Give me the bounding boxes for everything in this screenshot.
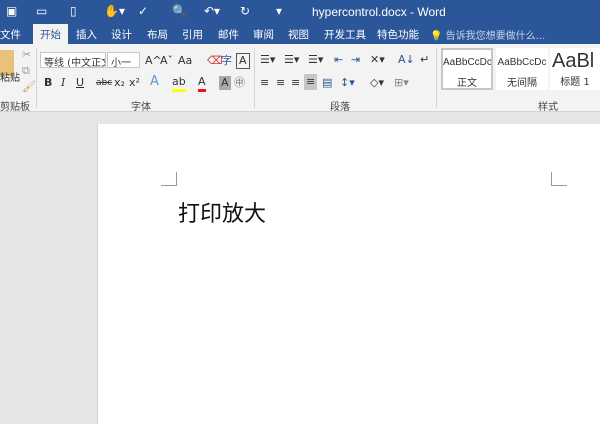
- text-effects-icon[interactable]: A: [150, 75, 159, 89]
- enclose-characters-icon[interactable]: ㊥: [234, 76, 245, 90]
- bullets-icon[interactable]: ☰▾: [260, 53, 275, 67]
- bold-button[interactable]: B: [44, 76, 52, 90]
- superscript-button[interactable]: x²: [129, 76, 140, 90]
- new-document-icon[interactable]: ▯: [70, 4, 77, 18]
- style-normal[interactable]: AaBbCcDc 正文: [441, 48, 493, 90]
- shrink-font-button[interactable]: Aˇ: [160, 54, 173, 68]
- underline-button[interactable]: U: [76, 76, 84, 90]
- tab-file[interactable]: 文件: [0, 27, 21, 42]
- decrease-indent-icon[interactable]: ⇤: [334, 53, 343, 67]
- phonetic-guide-icon[interactable]: 字: [221, 54, 232, 68]
- ribbon: 粘贴 ✂ ⧉ 🖌 剪贴板 等线 (中文正文 小一 A^ Aˇ Aa ⌫ 字 A …: [0, 44, 600, 113]
- show-marks-icon[interactable]: ↵: [420, 53, 429, 67]
- style-name: 无间隔: [507, 78, 537, 89]
- borders-icon[interactable]: ⊞▾: [394, 76, 409, 90]
- save-icon[interactable]: ▣: [6, 4, 17, 18]
- multilevel-list-icon[interactable]: ☰▾: [308, 53, 323, 67]
- print-preview-icon[interactable]: 🔍: [172, 4, 187, 18]
- justify-icon[interactable]: ≡: [304, 74, 318, 90]
- chinese-layout-icon[interactable]: ✕▾: [370, 53, 385, 67]
- style-preview: AaBl: [552, 50, 595, 72]
- tell-me-text: 告诉我您想要做什么...: [445, 31, 546, 42]
- open-icon[interactable]: ▭: [36, 4, 47, 18]
- sort-icon[interactable]: A↓: [398, 53, 415, 67]
- tab-references[interactable]: 引用: [182, 27, 203, 42]
- tab-developer[interactable]: 开发工具: [324, 27, 366, 42]
- font-group-label: 字体: [131, 102, 151, 113]
- style-name: 标题 1: [560, 77, 590, 88]
- redo-icon[interactable]: ↻: [240, 4, 250, 18]
- distributed-icon[interactable]: ▤: [322, 76, 332, 90]
- title-bar: ▣ ▭ ▯ ✋▾ ✓ 🔍 ↶▾ ↻ ▾ hypercontrol.docx - …: [0, 0, 600, 24]
- styles-group-label: 样式: [538, 102, 558, 113]
- paste-button[interactable]: 粘贴: [0, 72, 20, 86]
- window-title: hypercontrol.docx - Word: [312, 5, 446, 19]
- character-shading-icon[interactable]: A: [219, 76, 231, 90]
- copy-icon[interactable]: ⧉: [22, 64, 30, 78]
- tab-layout[interactable]: 布局: [147, 27, 168, 42]
- document-page[interactable]: 打印放大: [97, 124, 600, 424]
- tab-mailings[interactable]: 邮件: [218, 27, 239, 42]
- style-name: 正文: [457, 78, 477, 89]
- font-size-select[interactable]: 小一: [107, 52, 140, 68]
- tab-insert[interactable]: 插入: [76, 27, 97, 42]
- tab-view[interactable]: 视图: [288, 27, 309, 42]
- character-border-icon[interactable]: A: [236, 53, 250, 69]
- strikethrough-button[interactable]: abc: [96, 76, 112, 90]
- style-heading-1[interactable]: AaBl 标题 1: [550, 48, 600, 90]
- clipboard-group-label: 剪贴板: [0, 102, 30, 113]
- customize-quick-access-icon[interactable]: ▾: [276, 4, 282, 18]
- italic-button[interactable]: I: [61, 76, 65, 90]
- line-spacing-icon[interactable]: ↕▾: [340, 76, 355, 90]
- shading-icon[interactable]: ◇▾: [370, 76, 384, 90]
- style-no-spacing[interactable]: AaBbCcDc 无间隔: [496, 48, 548, 90]
- undo-icon[interactable]: ↶▾: [204, 4, 220, 18]
- tab-features[interactable]: 特色功能: [377, 27, 419, 42]
- font-name-select[interactable]: 等线 (中文正文: [40, 52, 106, 68]
- style-preview: AaBbCcDc: [497, 57, 547, 68]
- paragraph-group-label: 段落: [330, 102, 350, 113]
- style-preview: AaBbCcDc: [443, 57, 491, 68]
- document-text[interactable]: 打印放大: [178, 196, 266, 228]
- change-case-button[interactable]: Aa: [178, 54, 192, 68]
- margin-corner-mark: [161, 172, 177, 186]
- align-right-icon[interactable]: ≡: [291, 76, 300, 90]
- tell-me-search[interactable]: 💡 告诉我您想要做什么...: [430, 27, 545, 42]
- tab-design[interactable]: 设计: [111, 27, 132, 42]
- subscript-button[interactable]: x₂: [114, 76, 125, 90]
- tab-home[interactable]: 开始: [33, 24, 68, 44]
- font-color-icon[interactable]: A: [198, 75, 206, 92]
- align-left-icon[interactable]: ≡: [260, 76, 269, 90]
- highlight-color-icon[interactable]: ab: [172, 75, 186, 92]
- format-painter-icon[interactable]: 🖌: [22, 80, 36, 94]
- touch-mode-icon[interactable]: ✋▾: [104, 4, 125, 18]
- increase-indent-icon[interactable]: ⇥: [351, 53, 360, 67]
- spelling-icon[interactable]: ✓: [138, 4, 148, 18]
- align-center-icon[interactable]: ≡: [276, 76, 285, 90]
- cut-icon[interactable]: ✂: [22, 48, 31, 62]
- ribbon-tabs: 文件 开始 插入 设计 布局 引用 邮件 审阅 视图 开发工具 特色功能 💡 告…: [0, 24, 600, 44]
- margin-corner-mark: [551, 172, 567, 186]
- tab-review[interactable]: 审阅: [253, 27, 274, 42]
- numbering-icon[interactable]: ☰▾: [284, 53, 299, 67]
